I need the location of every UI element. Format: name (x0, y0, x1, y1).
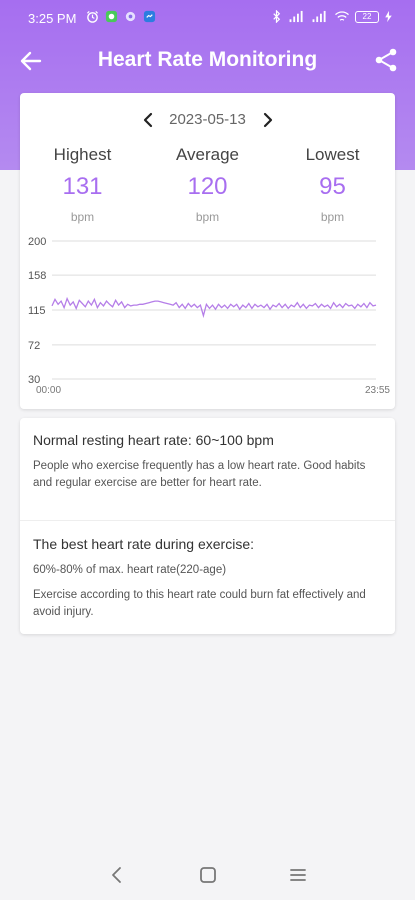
chart-y-tick-label: 72 (28, 340, 40, 352)
charging-icon (385, 10, 392, 23)
signal-icon (289, 10, 303, 23)
stat-lowest-value: 95 (319, 173, 346, 200)
system-nav-bar (0, 848, 415, 900)
stat-average-unit: bpm (195, 210, 220, 224)
nav-menu-icon[interactable] (287, 864, 309, 886)
stat-average-value: 120 (187, 173, 228, 200)
date-selector: 2023-05-13 (20, 109, 395, 131)
chat-notification-icon (125, 11, 136, 22)
info-divider (20, 520, 395, 521)
exercise-description: Exercise according to this heart rate co… (33, 589, 366, 618)
chevron-right-icon[interactable] (258, 109, 278, 131)
share-icon[interactable] (373, 47, 399, 73)
heart-rate-chart: 200158115723000:00 23:55 (28, 236, 390, 396)
nav-back-icon[interactable] (106, 864, 128, 886)
messenger-icon (143, 10, 156, 23)
page-title: Heart Rate Monitoring (97, 48, 318, 71)
heart-rate-series-line (51, 296, 377, 319)
stat-highest: Highest 131 bpm (20, 145, 145, 224)
chart-x-tick-label: 00:00 (36, 385, 61, 396)
app-notification-icon (105, 10, 118, 23)
status-time: 3:25 PM (28, 11, 77, 26)
status-system-icons: 22 (270, 10, 393, 23)
stat-lowest-label: Lowest (305, 145, 360, 164)
stat-highest-label: Highest (53, 145, 112, 164)
battery-indicator: 22 (355, 10, 379, 23)
heart-rate-summary-card: 2023-05-13 Highest 131 bpm Average 120 b… (20, 93, 395, 409)
stat-highest-value: 131 (62, 173, 103, 200)
selected-date: 2023-05-13 (169, 111, 246, 128)
app-bar: Heart Rate Monitoring (0, 36, 415, 86)
nav-home-icon[interactable] (197, 864, 219, 886)
resting-title: Normal resting heart rate: 60~100 bpm (33, 432, 274, 448)
alarm-icon (86, 10, 99, 23)
stat-lowest-unit: bpm (320, 210, 345, 224)
chart-x-tick-label: 23:55 (365, 385, 390, 396)
wifi-icon (335, 11, 349, 21)
stat-average-label: Average (175, 145, 239, 164)
stat-lowest: Lowest 95 bpm (270, 145, 395, 224)
heart-rate-info-card: Normal resting heart rate: 60~100 bpm Pe… (20, 418, 395, 634)
exercise-formula: 60%-80% of max. heart rate(220-age) (33, 564, 227, 576)
bluetooth-icon (273, 10, 281, 23)
chart-y-tick-label: 158 (28, 270, 46, 282)
status-notification-icons (86, 10, 156, 23)
status-bar: 3:25 PM 22 (0, 0, 415, 36)
exercise-info: The best heart rate during exercise: 60%… (20, 536, 395, 621)
resting-info: Normal resting heart rate: 60~100 bpm Pe… (20, 432, 395, 492)
stat-average: Average 120 bpm (145, 145, 270, 224)
resting-description: People who exercise frequently has a low… (33, 460, 366, 489)
signal-2-icon (312, 10, 326, 23)
stat-highest-unit: bpm (70, 210, 95, 224)
exercise-title: The best heart rate during exercise: (33, 536, 255, 552)
chart-y-tick-label: 200 (28, 236, 46, 248)
chart-y-tick-label: 115 (28, 305, 46, 317)
